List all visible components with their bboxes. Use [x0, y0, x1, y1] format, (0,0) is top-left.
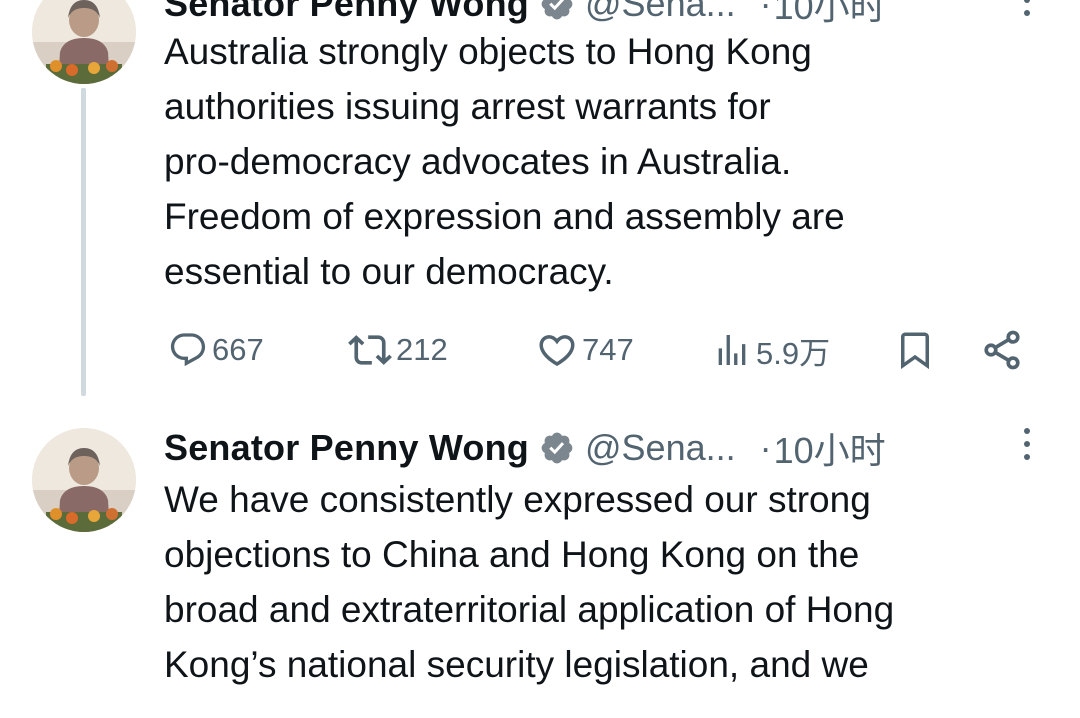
- avatar[interactable]: [32, 0, 136, 84]
- tweet-text-line: broad and extraterritorial application o…: [164, 589, 895, 630]
- bookmark-button[interactable]: [894, 324, 936, 376]
- reply-count: 667: [212, 332, 264, 367]
- bookmark-icon: [901, 332, 929, 370]
- verified-badge-icon[interactable]: [539, 0, 575, 22]
- tweet-text-line: Australia strongly objects to Hong Kong: [164, 31, 812, 72]
- avatar-photo: [32, 0, 136, 84]
- author-handle[interactable]: @Sena...: [585, 427, 736, 469]
- views-button[interactable]: 5.9万: [712, 324, 830, 376]
- author-name[interactable]: Senator Penny Wong: [164, 427, 529, 469]
- tweet-header: Senator Penny Wong @Sena... · 10小时: [164, 420, 886, 476]
- views-count: 5.9万: [756, 335, 831, 371]
- avatar-photo: [32, 428, 136, 532]
- tweet-text-line: Freedom of expression and assembly are: [164, 196, 845, 237]
- tweet-text-line: objections to China and Hong Kong on the: [164, 534, 860, 575]
- like-count: 747: [582, 332, 634, 367]
- avatar[interactable]: [32, 428, 136, 532]
- reply-bubble-icon: [170, 333, 206, 367]
- tweet[interactable]: Senator Penny Wong @Sena... · 10小时 Austr…: [0, 0, 1080, 404]
- tweet-timestamp[interactable]: 10小时: [774, 422, 886, 474]
- heart-icon: [539, 335, 575, 367]
- tweet-text-line: essential to our democracy.: [164, 251, 614, 292]
- tweet-text: We have consistently expressed our stron…: [164, 472, 1044, 692]
- author-name[interactable]: Senator Penny Wong: [164, 0, 529, 25]
- share-button[interactable]: [980, 324, 1024, 376]
- reply-button[interactable]: 667: [168, 324, 264, 376]
- tweet-text-line: authorities issuing arrest warrants for: [164, 86, 771, 127]
- tweet-action-bar: 667 212 747 5.9万: [164, 324, 1044, 376]
- tweet-text-line: We have consistently expressed our stron…: [164, 479, 871, 520]
- separator-dot: ·: [759, 427, 772, 468]
- separator-dot: ·: [759, 0, 772, 24]
- repost-button[interactable]: 212: [348, 324, 448, 376]
- repost-count: 212: [396, 332, 448, 367]
- tweet-text: Australia strongly objects to Hong Kong …: [164, 24, 1044, 299]
- share-icon: [984, 330, 1020, 370]
- more-vertical-icon[interactable]: [1015, 428, 1039, 468]
- views-bar-chart-icon: [718, 335, 746, 365]
- author-handle[interactable]: @Sena...: [585, 0, 736, 25]
- verified-badge-icon[interactable]: [539, 430, 575, 466]
- thread-connector-line: [81, 88, 86, 396]
- tweet[interactable]: Senator Penny Wong @Sena... · 10小时 We ha…: [0, 418, 1080, 718]
- like-button[interactable]: 747: [536, 324, 634, 376]
- repost-icon: [348, 335, 392, 365]
- more-vertical-icon[interactable]: [1015, 0, 1039, 24]
- tweet-text-line: pro-democracy advocates in Australia.: [164, 141, 792, 182]
- tweet-text-line: Kong’s national security legislation, an…: [164, 644, 869, 685]
